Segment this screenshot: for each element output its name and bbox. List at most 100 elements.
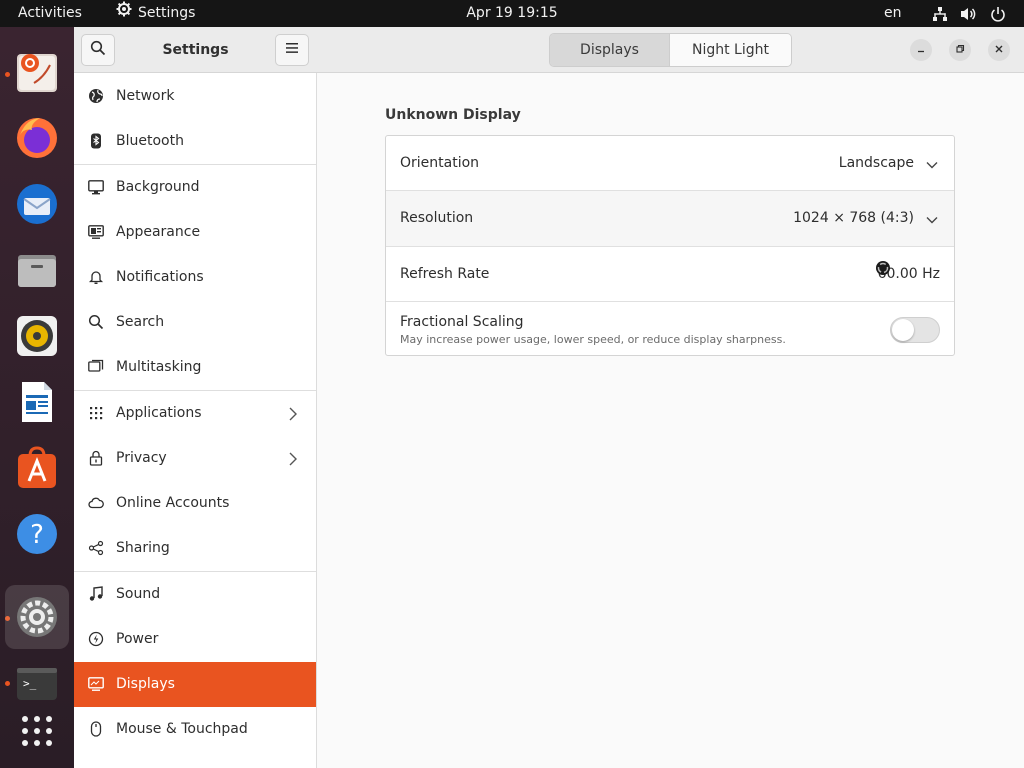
power-icon [88,631,104,647]
app-menu[interactable]: Settings [116,0,195,27]
refresh-rate-row[interactable]: Refresh Rate 60.00 Hz [386,247,954,302]
content-header: Displays Night Light [317,27,1024,73]
language-indicator[interactable]: en [884,0,902,27]
toggle-knob [892,319,914,341]
fractional-scaling-label: Fractional Scaling [400,314,524,330]
sidebar-item-sharing[interactable]: Sharing [74,526,316,571]
settings-icon[interactable] [5,585,69,649]
appearance-icon [88,224,104,240]
svg-text:?: ? [30,520,44,550]
system-tray[interactable] [932,0,1006,27]
sidebar-item-appearance[interactable]: Appearance [74,210,316,255]
sidebar-item-search[interactable]: Search [74,300,316,345]
gear-icon [116,0,132,27]
sidebar-item-online-accounts[interactable]: Online Accounts [74,481,316,526]
share-icon [88,540,104,556]
mouse-icon [88,721,104,737]
fractional-scaling-toggle[interactable] [890,317,940,343]
fractional-scaling-row: Fractional Scaling May increase power us… [386,302,954,357]
firefox-icon[interactable] [5,106,69,170]
search-icon [90,40,106,60]
sidebar-item-sound[interactable]: Sound [74,572,316,617]
clock[interactable]: Apr 19 19:15 [466,5,557,21]
display-settings-card: Orientation Landscape Resolution 1024 × … [385,135,955,356]
main-menu-button[interactable] [275,34,309,66]
sidebar-item-label: Privacy [116,450,167,466]
tab-night-light[interactable]: Night Light [670,34,791,66]
ubuntu-help-icon[interactable] [5,40,69,104]
sidebar-item-label: Background [116,179,200,195]
cloud-icon [88,495,104,511]
sidebar-item-label: Mouse & Touchpad [116,721,248,737]
sidebar-item-label: Sharing [116,540,170,556]
minimize-icon [916,42,926,58]
sidebar-item-privacy[interactable]: Privacy [74,436,316,481]
bluetooth-icon [88,133,104,149]
sidebar-item-multitasking[interactable]: Multitasking [74,345,316,390]
music-note-icon [88,586,104,602]
close-button[interactable] [988,39,1010,61]
sidebar-item-applications[interactable]: Applications [74,391,316,436]
orientation-value[interactable]: Landscape [839,136,914,191]
sidebar-item-label: Displays [116,676,175,692]
sidebar-item-label: Bluetooth [116,133,184,149]
svg-text:>_: >_ [23,677,37,690]
sidebar-item-power[interactable]: Power [74,617,316,662]
sidebar-item-label: Appearance [116,224,201,240]
monitor-icon [88,179,104,195]
libreoffice-writer-icon[interactable] [5,370,69,434]
sidebar-item-label: Online Accounts [116,495,230,511]
files-icon[interactable] [5,238,69,302]
rhythmbox-icon[interactable] [5,304,69,368]
resolution-label: Resolution [400,210,474,226]
chevron-down-icon [926,158,938,174]
sidebar-item-label: Notifications [116,269,204,285]
busy-cursor-icon [875,260,891,276]
view-switcher: Displays Night Light [549,33,792,67]
globe-icon [88,88,104,104]
maximize-button[interactable] [949,39,971,61]
search-button[interactable] [81,34,115,66]
app-center-icon[interactable] [5,436,69,500]
top-bar: Activities Settings Apr 19 19:15 en [0,0,1024,27]
orientation-row[interactable]: Orientation Landscape [386,136,954,191]
dock: ? >_ [0,27,74,768]
help-icon[interactable]: ? [5,502,69,566]
minimize-button[interactable] [910,39,932,61]
hamburger-icon [285,42,299,58]
chevron-down-icon [926,213,938,229]
settings-window: Settings Network Bluetooth Background Ap… [74,27,1024,768]
display-name: Unknown Display [385,107,521,123]
search-icon [88,314,104,330]
sidebar-item-displays[interactable]: Displays [74,662,316,707]
resolution-row[interactable]: Resolution 1024 × 768 (4:3) [386,191,954,246]
sidebar-item-background[interactable]: Background [74,165,316,210]
sidebar-item-label: Network [116,88,175,104]
sidebar-item-mouse-touchpad[interactable]: Mouse & Touchpad [74,707,316,752]
sidebar-header: Settings [74,27,317,73]
thunderbird-icon[interactable] [5,172,69,236]
sidebar-item-network[interactable]: Network [74,74,316,119]
orientation-label: Orientation [400,155,480,171]
sidebar: Settings Network Bluetooth Background Ap… [74,27,317,768]
sidebar-item-notifications[interactable]: Notifications [74,255,316,300]
sidebar-item-label: Search [116,314,165,330]
lock-icon [88,450,104,466]
resolution-value[interactable]: 1024 × 768 (4:3) [793,191,914,246]
grid-icon [88,405,104,421]
show-apps-icon[interactable] [5,699,69,763]
multitasking-icon [88,359,104,375]
sidebar-item-label: Multitasking [116,359,202,375]
bell-icon [88,269,104,285]
refresh-rate-label: Refresh Rate [400,266,490,282]
network-icon [932,6,948,22]
tab-displays[interactable]: Displays [550,34,670,66]
display-icon [88,676,104,692]
displays-panel: Unknown Display Orientation Landscape Re… [317,73,1024,768]
sidebar-item-bluetooth[interactable]: Bluetooth [74,119,316,164]
sidebar-item-label: Power [116,631,159,647]
volume-icon [960,6,978,22]
sidebar-item-label: Sound [116,586,161,602]
activities-button[interactable]: Activities [18,0,82,27]
app-menu-label: Settings [138,5,196,21]
